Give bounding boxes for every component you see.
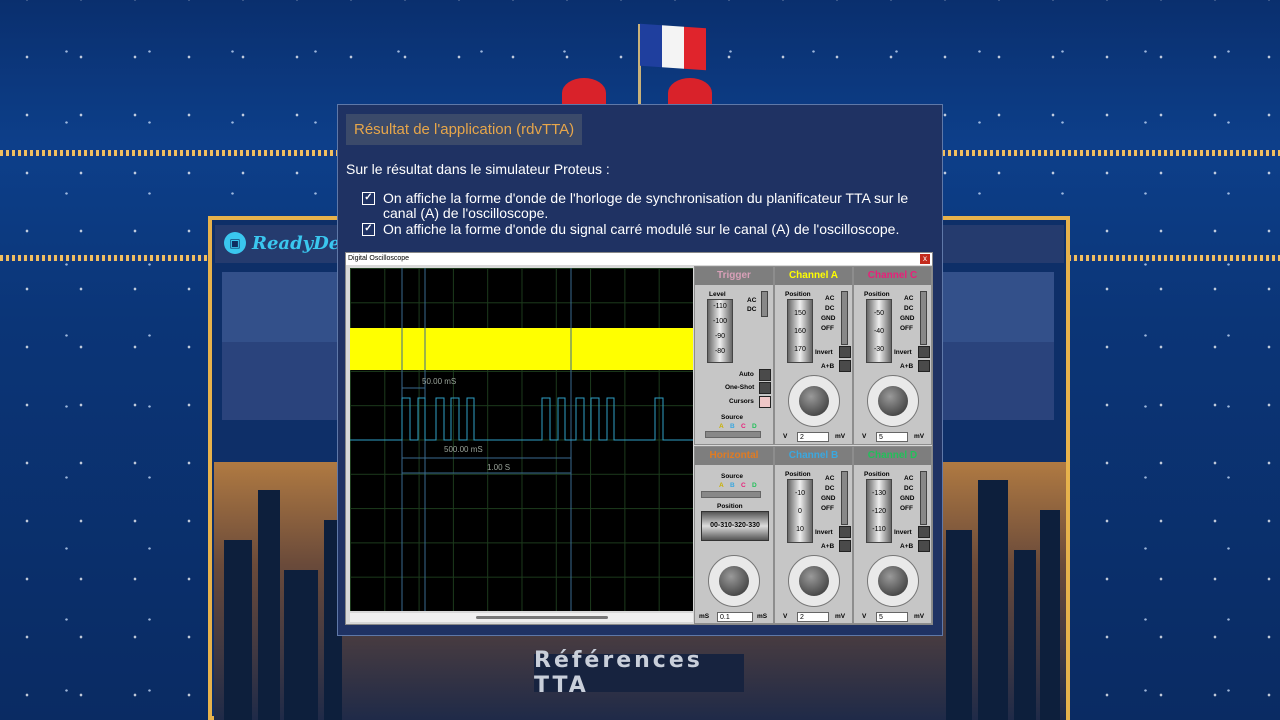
horizontal-panel: Horizontal Source A B C D Position 00-31… (694, 446, 774, 624)
waveform-svg (350, 268, 693, 611)
trigger-coupling-switch[interactable] (761, 291, 768, 317)
logo-text: ReadyDev (252, 232, 351, 254)
list-item: ✓ On affiche la forme d'onde de l'horlog… (362, 191, 940, 221)
channel-c-title: Channel C (854, 267, 931, 285)
trigger-panel: Trigger Level -110 -100 -90 -80 AC DC Au… (694, 266, 774, 445)
scroll-thumb[interactable] (476, 616, 608, 619)
channel-d-title: Channel D (854, 447, 931, 465)
position-label: Position (717, 503, 743, 510)
channel-d-invert-button[interactable] (918, 526, 930, 538)
channel-a-value-field[interactable]: 2 (797, 432, 829, 442)
source-label: Source (721, 414, 744, 421)
channel-a-square-wave (350, 397, 693, 441)
channel-c-volts-knob[interactable] (867, 375, 919, 427)
timebase-knob[interactable] (708, 555, 760, 607)
measure-label: 50.00 mS (422, 377, 457, 386)
horizontal-position-wheel[interactable]: 00-310-320-330 (701, 511, 769, 541)
channel-b-coupling-switch[interactable] (841, 471, 848, 525)
result-list: ✓ On affiche la forme d'onde de l'horlog… (362, 191, 940, 238)
channel-c-panel: Channel C Position -50 -40 -30 AC DC GND… (853, 266, 932, 445)
source-label: Source (721, 473, 744, 480)
site-logo[interactable]: ▣ ReadyDev (224, 232, 351, 254)
channel-c-sum-button[interactable] (918, 360, 930, 372)
auto-label: Auto (739, 371, 754, 378)
one-shot-button[interactable] (759, 382, 771, 394)
list-item-text: On affiche la forme d'onde de l'horloge … (383, 190, 909, 221)
one-shot-label: One-Shot (725, 384, 755, 391)
channel-b-position-wheel[interactable]: -10 0 10 (787, 479, 813, 543)
channel-b-panel: Channel B Position -10 0 10 AC DC GND OF… (774, 446, 853, 624)
oscilloscope-screen: 50.00 mS 500.00 mS 1.00 S (350, 268, 693, 611)
checkbox-checked-icon: ✓ (362, 192, 375, 205)
list-item-text: On affiche la forme d'onde du signal car… (383, 221, 900, 237)
checkbox-checked-icon: ✓ (362, 223, 375, 236)
list-item: ✓ On affiche la forme d'onde du signal c… (362, 222, 940, 237)
measure-label: 500.00 mS (444, 445, 483, 454)
channel-a-sum-button[interactable] (839, 360, 851, 372)
auto-button[interactable] (759, 369, 771, 381)
channel-c-value-field[interactable]: 5 (876, 432, 908, 442)
trigger-level-wheel[interactable]: -110 -100 -90 -80 (707, 299, 733, 363)
logo-cube-icon: ▣ (224, 232, 246, 254)
channel-c-invert-button[interactable] (918, 346, 930, 358)
channel-d-position-wheel[interactable]: -130 -120 -110 (866, 479, 892, 543)
horizontal-source-slider[interactable] (701, 491, 761, 498)
channel-d-volts-knob[interactable] (867, 555, 919, 607)
channel-c-position-wheel[interactable]: -50 -40 -30 (866, 299, 892, 363)
channel-d-sum-button[interactable] (918, 540, 930, 552)
dialog-title: Résultat de l'application (rdvTTA) (346, 114, 583, 145)
channel-a-volts-knob[interactable] (788, 375, 840, 427)
channel-a-invert-button[interactable] (839, 346, 851, 358)
timebase-value-field[interactable]: 0.1 (717, 612, 753, 622)
channel-a-coupling-switch[interactable] (841, 291, 848, 345)
trigger-source-slider[interactable] (705, 431, 761, 438)
channel-b-value-field[interactable]: 2 (797, 612, 829, 622)
dialog-intro: Sur le résultat dans le simulateur Prote… (346, 161, 610, 177)
trigger-title: Trigger (695, 267, 773, 285)
channel-b-sum-button[interactable] (839, 540, 851, 552)
channel-d-panel: Channel D Position -130 -120 -110 AC DC … (853, 446, 932, 624)
oscilloscope-window: Digital Oscilloscope x 50.00 mS 500.00 m… (345, 252, 933, 625)
channel-b-volts-knob[interactable] (788, 555, 840, 607)
channel-a-position-wheel[interactable]: 150 160 170 (787, 299, 813, 363)
section-title: Références TTA (534, 648, 744, 698)
french-flag-icon (640, 23, 706, 71)
oscilloscope-title: Digital Oscilloscope (346, 253, 932, 265)
coupling-dc: DC (747, 306, 757, 313)
horizontal-title: Horizontal (695, 447, 773, 465)
coupling-ac: AC (747, 297, 757, 304)
channel-c-coupling-switch[interactable] (920, 291, 927, 345)
close-icon[interactable]: x (920, 254, 930, 264)
channel-a-panel: Channel A Position 150 160 170 AC DC GND… (774, 266, 853, 445)
horizontal-scrollbar[interactable] (350, 613, 693, 622)
channel-a-title: Channel A (775, 267, 852, 285)
channel-d-coupling-switch[interactable] (920, 471, 927, 525)
channel-d-value-field[interactable]: 5 (876, 612, 908, 622)
channel-b-invert-button[interactable] (839, 526, 851, 538)
measure-label: 1.00 S (487, 463, 511, 472)
level-label: Level (709, 291, 726, 298)
channel-b-title: Channel B (775, 447, 852, 465)
cursors-button[interactable] (759, 396, 771, 408)
cursors-label: Cursors (729, 398, 754, 405)
